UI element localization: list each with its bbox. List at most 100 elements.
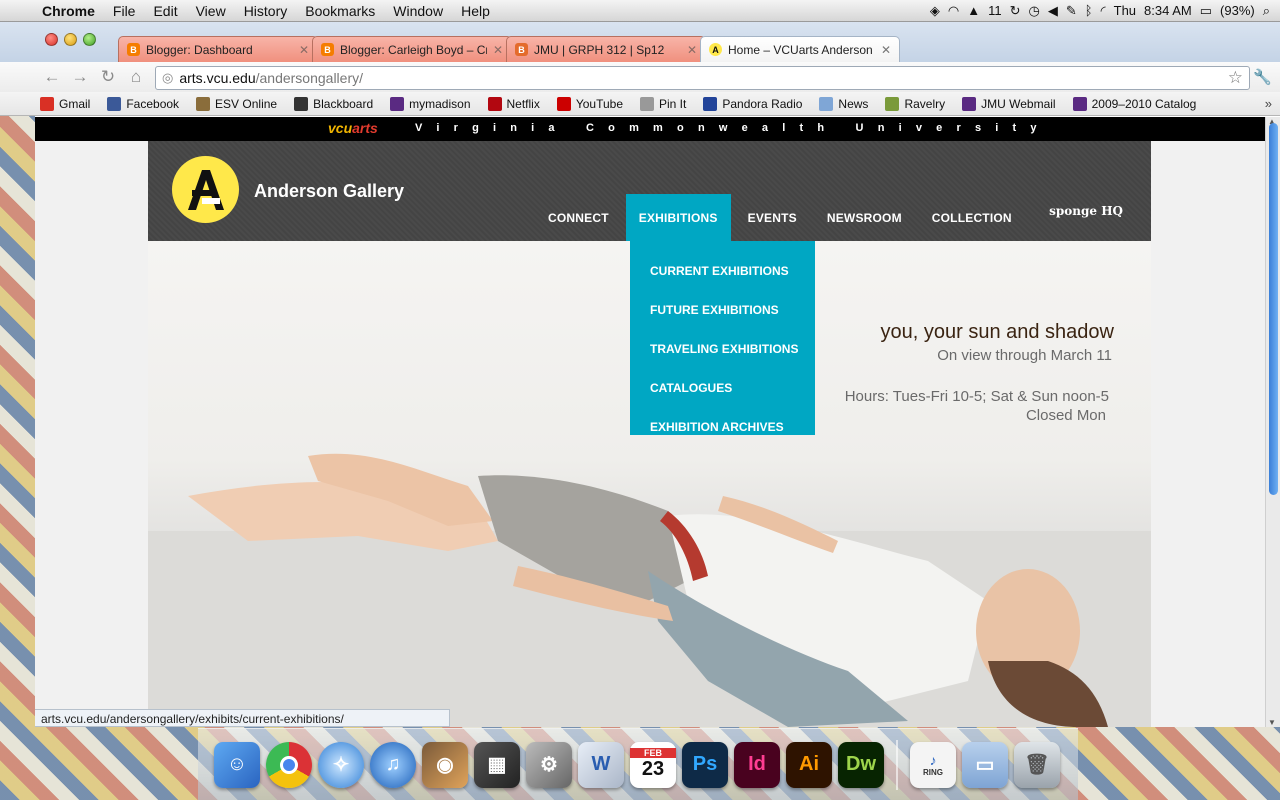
battery-icon[interactable]: ▭: [1200, 3, 1212, 19]
bookmark-star-icon[interactable]: ☆: [1228, 68, 1243, 88]
vcuarts-logo[interactable]: vcuarts: [328, 120, 378, 136]
bookmark-item[interactable]: Pin It: [640, 96, 686, 111]
menu-file[interactable]: File: [104, 3, 145, 19]
status-bar-url: arts.vcu.edu/andersongallery/exhibits/cu…: [35, 709, 450, 727]
photoshop-icon[interactable]: Ps: [682, 741, 728, 788]
reload-icon[interactable]: ↻: [94, 67, 122, 87]
menu-view[interactable]: View: [187, 3, 235, 19]
menu-app-chrome[interactable]: Chrome: [42, 3, 104, 19]
bookmark-label: 2009–2010 Catalog: [1091, 96, 1197, 111]
nav-collection[interactable]: COLLECTION: [919, 194, 1025, 241]
wrench-icon[interactable]: 🔧: [1253, 68, 1272, 86]
bookmark-item[interactable]: Gmail: [40, 96, 90, 111]
anderson-gallery-logo-icon[interactable]: [172, 156, 239, 223]
bookmark-label: Blackboard: [313, 96, 374, 111]
bookmark-item[interactable]: ESV Online: [196, 96, 277, 111]
bookmark-item[interactable]: Netflix: [487, 96, 540, 111]
close-tab-icon[interactable]: ✕: [881, 43, 891, 57]
address-bar[interactable]: ◎ arts.vcu.edu /andersongallery/ ☆: [155, 66, 1250, 90]
microsoft-word-icon[interactable]: W: [578, 741, 624, 788]
time-machine-icon[interactable]: ◷: [1029, 3, 1040, 19]
iphoto-icon[interactable]: ◉: [422, 741, 468, 788]
bookmark-item[interactable]: Blackboard: [294, 96, 374, 111]
itunes-icon[interactable]: ♫: [370, 741, 416, 788]
forward-arrow-icon[interactable]: →: [66, 67, 94, 87]
bookmark-item[interactable]: Ravelry: [885, 96, 945, 111]
menu-help[interactable]: Help: [452, 3, 499, 19]
clock-day[interactable]: Thu: [1114, 3, 1136, 18]
bookmark-item[interactable]: 2009–2010 Catalog: [1072, 96, 1197, 111]
site-title[interactable]: Anderson Gallery: [254, 181, 404, 202]
scrollbar-thumb[interactable]: [1269, 123, 1278, 495]
home-icon[interactable]: ⌂: [122, 67, 150, 87]
close-tab-icon[interactable]: ✕: [493, 43, 503, 57]
bookmarks-overflow-chevron-icon[interactable]: »: [1265, 96, 1272, 111]
site-container: Anderson Gallery CONNECT EXHIBITIONS EVE…: [148, 141, 1151, 727]
dreamweaver-icon[interactable]: Dw: [838, 741, 884, 788]
dropdown-future-exhibitions[interactable]: FUTURE EXHIBITIONS: [630, 290, 815, 329]
scroll-down-arrow-icon[interactable]: ▼: [1268, 718, 1276, 727]
jmu-icon: [390, 96, 405, 111]
nav-events[interactable]: EVENTS: [735, 194, 810, 241]
tab-strip: B Blogger: Dashboard ✕ B Blogger: Carlei…: [118, 36, 900, 62]
trash-icon[interactable]: 🗑: [1014, 741, 1060, 788]
dropdown-exhibition-archives[interactable]: EXHIBITION ARCHIVES: [630, 407, 815, 446]
spotlight-search-icon[interactable]: ⌕: [1263, 3, 1270, 19]
documents-folder-icon[interactable]: ▭: [962, 741, 1008, 788]
adobe-updater-icon[interactable]: ▲: [967, 3, 980, 18]
tab-jmu-grph312[interactable]: B JMU | GRPH 312 | Sp12 ✕: [506, 36, 706, 62]
wifi-icon[interactable]: ◜: [1101, 3, 1106, 19]
menu-history[interactable]: History: [235, 3, 297, 19]
bookmark-item[interactable]: News: [819, 96, 868, 111]
pen-icon[interactable]: ✎: [1066, 3, 1077, 19]
headphones-icon[interactable]: ◠: [948, 3, 959, 19]
tab-vcuarts-anderson[interactable]: A Home – VCUarts Anderson G ✕: [700, 36, 900, 62]
system-preferences-icon[interactable]: ⚙: [526, 741, 572, 788]
close-tab-icon[interactable]: ✕: [687, 43, 697, 57]
tab-blogger-carleigh[interactable]: B Blogger: Carleigh Boyd – Cre ✕: [312, 36, 512, 62]
bookmark-item[interactable]: Facebook: [107, 96, 179, 111]
nav-exhibitions[interactable]: EXHIBITIONS: [625, 194, 731, 241]
nav-newsroom[interactable]: NEWSROOM: [814, 194, 915, 241]
illustrator-icon[interactable]: Ai: [786, 741, 832, 788]
ical-icon[interactable]: FEB 23: [630, 741, 676, 788]
photo-booth-icon[interactable]: ▦: [474, 741, 520, 788]
dropdown-current-exhibitions[interactable]: CURRENT EXHIBITIONS: [630, 251, 815, 290]
chrome-icon[interactable]: [266, 741, 312, 788]
volume-icon[interactable]: ◀: [1048, 3, 1058, 19]
dropdown-traveling-exhibitions[interactable]: TRAVELING EXHIBITIONS: [630, 329, 815, 368]
globe-icon: ◎: [162, 70, 174, 85]
dropdown-catalogues[interactable]: CATALOGUES: [630, 368, 815, 407]
menu-bookmarks[interactable]: Bookmarks: [296, 3, 384, 19]
main-nav: CONNECT EXHIBITIONS EVENTS NEWSROOM COLL…: [535, 194, 1029, 241]
ravelry-icon: [885, 96, 900, 111]
ringtone-file-icon[interactable]: ♪ RING: [910, 741, 956, 788]
bluetooth-icon[interactable]: ᛒ: [1085, 3, 1093, 18]
sync-icon[interactable]: ↻: [1010, 3, 1021, 19]
university-name[interactable]: Virginia Commonwealth University: [415, 122, 1051, 134]
blogger-icon: B: [321, 43, 334, 56]
bookmark-item[interactable]: mymadison: [390, 96, 471, 111]
bookmark-item[interactable]: Pandora Radio: [703, 96, 802, 111]
minimize-window-button[interactable]: [64, 33, 77, 46]
tab-blogger-dashboard[interactable]: B Blogger: Dashboard ✕: [118, 36, 318, 62]
vertical-scrollbar[interactable]: ▲ ▼: [1265, 117, 1280, 727]
bookmark-item[interactable]: YouTube: [556, 96, 623, 111]
bookmark-item[interactable]: JMU Webmail: [962, 96, 1056, 111]
zoom-window-button[interactable]: [83, 33, 96, 46]
blackboard-icon: [294, 96, 309, 111]
back-arrow-icon[interactable]: ←: [38, 67, 66, 87]
clock-time[interactable]: 8:34 AM: [1144, 3, 1192, 18]
sponge-hq-link[interactable]: sponge HQ: [1049, 204, 1123, 218]
safari-icon[interactable]: ✧: [318, 741, 364, 788]
nav-connect[interactable]: CONNECT: [535, 194, 622, 241]
finder-icon[interactable]: ☺: [214, 741, 260, 788]
menu-window[interactable]: Window: [384, 3, 452, 19]
close-window-button[interactable]: [45, 33, 58, 46]
esv-icon: [196, 96, 211, 111]
dropbox-icon[interactable]: ◈: [930, 3, 940, 19]
close-tab-icon[interactable]: ✕: [299, 43, 309, 57]
menu-edit[interactable]: Edit: [144, 3, 186, 19]
window-controls: [45, 33, 96, 46]
indesign-icon[interactable]: Id: [734, 741, 780, 788]
